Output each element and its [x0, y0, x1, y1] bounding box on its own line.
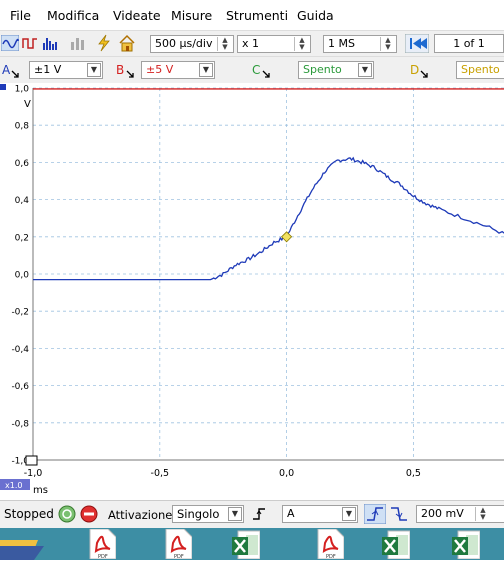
zoom-value: x 1: [242, 37, 260, 50]
menu-bar: File Modifica Videate Misure Strumenti G…: [0, 0, 504, 30]
channel-b-range: ±5 V: [146, 63, 174, 76]
y-tick-label: 0,2: [15, 233, 29, 243]
channel-d-options-icon[interactable]: [420, 70, 428, 78]
home-icon[interactable]: [118, 34, 136, 52]
channel-b-label: B: [116, 63, 125, 77]
y-tick-label: 1,0: [15, 85, 30, 95]
x-tick-label: -1,0: [24, 468, 43, 479]
channel-b-options-icon[interactable]: [126, 70, 134, 78]
pdf-file-icon[interactable]: PDF: [88, 528, 117, 560]
samples-select[interactable]: 1 MS ▲ ▼: [323, 35, 397, 53]
channel-c-options-icon[interactable]: [262, 70, 270, 78]
channel-d-range-select[interactable]: Spento: [456, 61, 504, 79]
acquisition-state: Stopped: [4, 507, 54, 521]
falling-edge-icon[interactable]: [388, 504, 410, 524]
zoom-spinner-icon[interactable]: ▲ ▼: [294, 37, 309, 51]
stop-button-icon[interactable]: [80, 505, 98, 523]
channel-c-label: C: [252, 63, 261, 77]
x-zoom-label: x1.0: [5, 481, 22, 490]
samples-value: 1 MS: [328, 37, 355, 50]
rising-edge-icon[interactable]: [364, 504, 386, 524]
pdf-file-label: PDF: [174, 554, 184, 559]
y-unit-label: V: [24, 99, 31, 110]
channel-a-options-icon[interactable]: [11, 70, 19, 78]
pdf-file-icon[interactable]: PDF: [164, 528, 193, 560]
trigger-mode-select[interactable]: Singolo ▼: [172, 505, 244, 523]
menu-file[interactable]: File: [10, 8, 31, 23]
menu-strumenti[interactable]: Strumenti: [226, 8, 288, 23]
y-tick-label: -0,8: [11, 419, 29, 429]
x-tick-label: 0,5: [406, 468, 421, 479]
samples-spinner-icon[interactable]: ▲ ▼: [380, 37, 395, 51]
timebase-value: 500 µs/div: [155, 37, 213, 50]
persistence-mode-icon[interactable]: [22, 35, 38, 51]
y-tick-label: -0,2: [11, 308, 29, 318]
pdf-file-label: PDF: [326, 554, 336, 559]
menu-guida[interactable]: Guida: [297, 8, 334, 23]
status-bar: Stopped Attivazione Singolo ▼ A ▼ 200 mV…: [0, 500, 504, 529]
menu-videate[interactable]: Videate: [113, 8, 161, 23]
y-tick-label: 0,8: [15, 122, 30, 132]
channel-b-dropdown-icon[interactable]: ▼: [199, 63, 213, 77]
channel-d-label: D: [410, 63, 420, 77]
trigger-mode-value: Singolo: [177, 507, 220, 521]
zoom-select[interactable]: x 1 ▲ ▼: [237, 35, 311, 53]
y-tick-label: 0,6: [15, 159, 30, 169]
buffer-page-indicator[interactable]: 1 of 1: [434, 34, 504, 53]
main-toolbar: 500 µs/div ▲ ▼ x 1 ▲ ▼ 1 MS ▲ ▼ 1 of 1: [0, 30, 504, 57]
channel-a-dropdown-icon[interactable]: ▼: [87, 63, 101, 77]
scope-mode-icon[interactable]: [1, 35, 19, 51]
channel-a-label: A: [2, 63, 11, 77]
y-tick-label: 0,0: [15, 271, 30, 281]
measurement-icon[interactable]: [70, 35, 88, 51]
start-button-icon[interactable]: [58, 505, 76, 523]
auto-setup-icon[interactable]: [97, 34, 111, 52]
timebase-select[interactable]: 500 µs/div ▲ ▼: [150, 35, 234, 53]
y-tick-label: -0,6: [11, 382, 29, 392]
y-tick-label: 0,4: [15, 196, 30, 206]
trigger-mode-dropdown-icon[interactable]: ▼: [228, 507, 242, 521]
timebase-spinner-icon[interactable]: ▲ ▼: [217, 37, 232, 51]
pdf-file-icon[interactable]: PDF: [316, 528, 345, 560]
trigger-label: Attivazione: [108, 508, 173, 522]
channel-c-dropdown-icon[interactable]: ▼: [358, 63, 372, 77]
x-tick-label: 0,0: [279, 468, 294, 479]
channel-a-range: ±1 V: [34, 63, 62, 76]
trigger-source-value: A: [287, 507, 295, 520]
channel-toolbar: A ±1 V ▼ B ±5 V ▼ C Spento ▼ D Spento: [0, 56, 504, 84]
trigger-level-select[interactable]: 200 mV ▲ ▼: [416, 505, 504, 523]
excel-file-icon[interactable]: [382, 529, 411, 560]
channel-c-range-select[interactable]: Spento ▼: [298, 61, 374, 79]
pdf-file-label: PDF: [98, 554, 108, 559]
channel-a-axis-marker: [0, 84, 6, 90]
zoom-origin-handle[interactable]: [25, 455, 38, 466]
channel-b-range-select[interactable]: ±5 V ▼: [141, 61, 215, 79]
channel-d-range: Spento: [461, 63, 500, 76]
folder-icon[interactable]: [0, 532, 44, 560]
trigger-edge-icon[interactable]: [252, 506, 270, 522]
scope-plot[interactable]: 1,0 0,8 0,6 0,4 0,2 0,0 -0,2 -0,4 -0,6 -0,8 -1,0 -…: [0, 83, 504, 500]
excel-file-icon[interactable]: [232, 529, 261, 560]
menu-misure[interactable]: Misure: [171, 8, 212, 23]
buffer-page-value: 1 of 1: [453, 37, 485, 50]
trigger-source-select[interactable]: A ▼: [282, 505, 358, 523]
trigger-source-dropdown-icon[interactable]: ▼: [342, 507, 356, 521]
first-buffer-icon[interactable]: [405, 34, 429, 53]
trigger-level-value: 200 mV: [421, 507, 464, 520]
trigger-level-spinner-icon[interactable]: ▲ ▼: [475, 507, 490, 521]
x-unit-label: ms: [33, 485, 48, 496]
spectrum-mode-icon[interactable]: [42, 35, 60, 51]
excel-file-icon[interactable]: [452, 529, 481, 560]
channel-a-range-select[interactable]: ±1 V ▼: [29, 61, 103, 79]
y-tick-label: -0,4: [11, 345, 29, 355]
channel-c-range: Spento: [303, 63, 342, 76]
x-tick-label: -0,5: [151, 468, 170, 479]
menu-modifica[interactable]: Modifica: [47, 8, 99, 23]
